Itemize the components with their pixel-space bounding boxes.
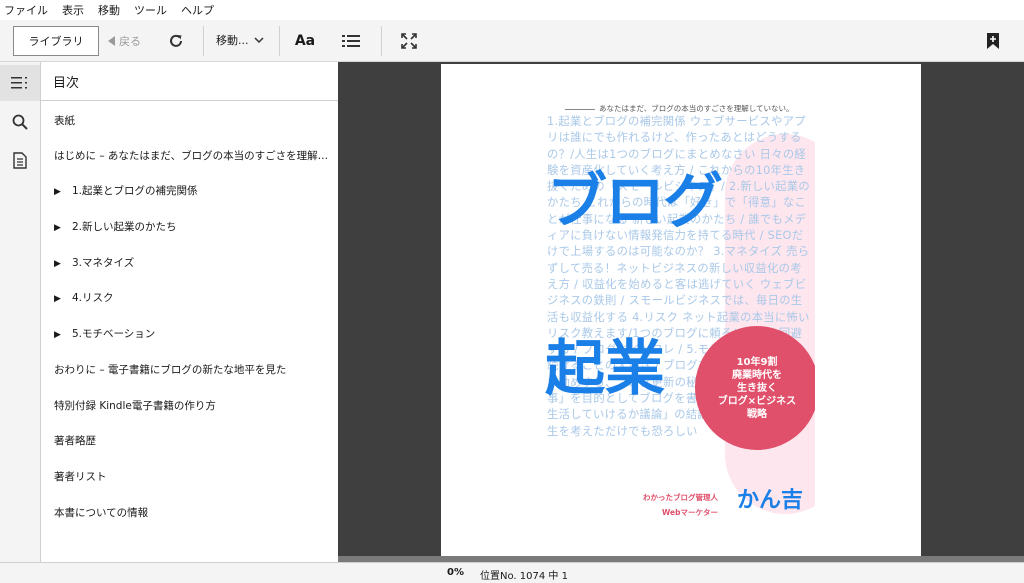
toc-item[interactable]: ▶ 5.モチベーション bbox=[54, 327, 330, 342]
badge-line: 生き抜く bbox=[737, 382, 777, 394]
add-bookmark-icon[interactable] bbox=[983, 30, 1003, 52]
toc-item[interactable]: ▶ 2.新しい起業のかたち bbox=[54, 220, 330, 235]
toc-item-label: 1.起業とブログの補完関係 bbox=[72, 185, 198, 197]
toc-item-label: 3.マネタイズ bbox=[72, 257, 135, 269]
search-icon[interactable] bbox=[0, 104, 40, 140]
refresh-icon[interactable] bbox=[166, 30, 186, 52]
book-cover: あなたはまだ、ブログの本当のすごさを理解していない。 1.起業とブログの補完関係… bbox=[545, 94, 815, 527]
toc-item-label: 5.モチベーション bbox=[72, 328, 156, 340]
toc-item[interactable]: 著者略歴 bbox=[54, 434, 330, 448]
toc-item-label: 4.リスク bbox=[72, 292, 114, 304]
toc-item-label: 2.新しい起業のかたち bbox=[72, 221, 177, 233]
cover-title-line1: ブログ bbox=[547, 167, 723, 237]
toc-item[interactable]: ▶ 4.リスク bbox=[54, 291, 330, 306]
location-readout: 位置No. 1074 中 1 bbox=[480, 571, 568, 582]
fullscreen-icon[interactable] bbox=[399, 30, 419, 52]
toc-item-label: 本書についての情報 bbox=[54, 507, 149, 519]
author-name: かん吉 bbox=[737, 488, 804, 513]
book-page[interactable]: あなたはまだ、ブログの本当のすごさを理解していない。 1.起業とブログの補完関係… bbox=[441, 64, 921, 558]
toc-panel: 目次 表紙 はじめに – あなたはまだ、ブログの本当のすごさを理解してい… ▶ 1… bbox=[41, 62, 338, 562]
cover-tagline: あなたはまだ、ブログの本当のすごさを理解していない。 bbox=[565, 103, 794, 114]
back-label: 戻る bbox=[119, 35, 141, 48]
toc-item-label: はじめに – あなたはまだ、ブログの本当のすごさを理解してい… bbox=[54, 150, 330, 162]
progress-percent: 0% bbox=[447, 567, 464, 578]
menu-tools[interactable]: ツール bbox=[134, 2, 167, 18]
library-button[interactable]: ライブラリ bbox=[13, 26, 99, 56]
toc-item[interactable]: 表紙 bbox=[54, 114, 330, 128]
toc-title: 目次 bbox=[41, 62, 338, 101]
toolbar: ライブラリ 戻る 移動... Aa bbox=[0, 20, 1024, 62]
menu-go[interactable]: 移動 bbox=[98, 2, 120, 18]
toc-item[interactable]: 特別付録 Kindle電子書籍の作り方 bbox=[54, 399, 330, 413]
expand-triangle-icon[interactable]: ▶ bbox=[54, 292, 72, 306]
badge-line: 10年9割 bbox=[736, 356, 778, 368]
toc-item-label: 特別付録 Kindle電子書籍の作り方 bbox=[54, 400, 216, 412]
list-view-icon[interactable] bbox=[341, 30, 361, 52]
author-roles: わかったブログ管理人 Webマーケター bbox=[643, 490, 718, 520]
status-bar: 0% 位置No. 1074 中 1 bbox=[0, 562, 1024, 583]
toc-icon[interactable] bbox=[0, 65, 40, 101]
badge-line: ブログ×ビジネス bbox=[717, 395, 797, 407]
toc-item-label: 著者リスト bbox=[54, 471, 107, 483]
expand-triangle-icon[interactable]: ▶ bbox=[54, 257, 72, 271]
toc-item[interactable]: はじめに – あなたはまだ、ブログの本当のすごさを理解してい… bbox=[54, 149, 330, 163]
toc-item[interactable]: 著者リスト bbox=[54, 470, 330, 484]
menu-view[interactable]: 表示 bbox=[62, 2, 84, 18]
toc-item-label: 表紙 bbox=[54, 115, 75, 127]
expand-triangle-icon[interactable]: ▶ bbox=[54, 185, 72, 199]
expand-triangle-icon[interactable]: ▶ bbox=[54, 221, 72, 235]
back-arrow-icon bbox=[108, 36, 116, 46]
toc-item[interactable]: ▶ 1.起業とブログの補完関係 bbox=[54, 184, 330, 199]
toc-item[interactable]: 本書についての情報 bbox=[54, 506, 330, 520]
toolbar-divider bbox=[381, 26, 382, 56]
badge-line: 戦略 bbox=[747, 408, 767, 420]
cover-badge: 10年9割 廃業時代を 生き抜く ブログ×ビジネス 戦略 bbox=[695, 326, 815, 450]
goto-label: 移動... bbox=[216, 34, 249, 47]
expand-triangle-icon[interactable]: ▶ bbox=[54, 328, 72, 342]
menu-bar: ファイル 表示 移動 ツール ヘルプ bbox=[0, 0, 1024, 20]
notes-icon[interactable] bbox=[0, 142, 40, 178]
goto-button[interactable]: 移動... bbox=[216, 32, 264, 48]
toolbar-divider bbox=[203, 26, 204, 56]
toc-item[interactable]: ▶ 3.マネタイズ bbox=[54, 256, 330, 271]
menu-file[interactable]: ファイル bbox=[4, 2, 48, 18]
toc-item-label: 著者略歴 bbox=[54, 435, 96, 447]
chevron-down-icon bbox=[253, 37, 264, 43]
toolbar-divider bbox=[279, 26, 280, 56]
toc-item-label: おわりに – 電子書籍にブログの新たな地平を見た bbox=[54, 364, 287, 376]
menu-help[interactable]: ヘルプ bbox=[181, 2, 214, 18]
author-role: わかったブログ管理人 bbox=[643, 493, 718, 502]
font-size-icon[interactable]: Aa bbox=[293, 30, 317, 52]
badge-line: 廃業時代を bbox=[732, 369, 782, 381]
cover-title-line2: 起業 bbox=[545, 334, 665, 404]
back-button[interactable]: 戻る bbox=[108, 32, 141, 50]
reader-pane[interactable]: あなたはまだ、ブログの本当のすごさを理解していない。 1.起業とブログの補完関係… bbox=[338, 62, 1024, 562]
toc-item[interactable]: おわりに – 電子書籍にブログの新たな地平を見た bbox=[54, 363, 330, 377]
author-role: Webマーケター bbox=[662, 508, 718, 517]
side-rail bbox=[0, 62, 41, 562]
